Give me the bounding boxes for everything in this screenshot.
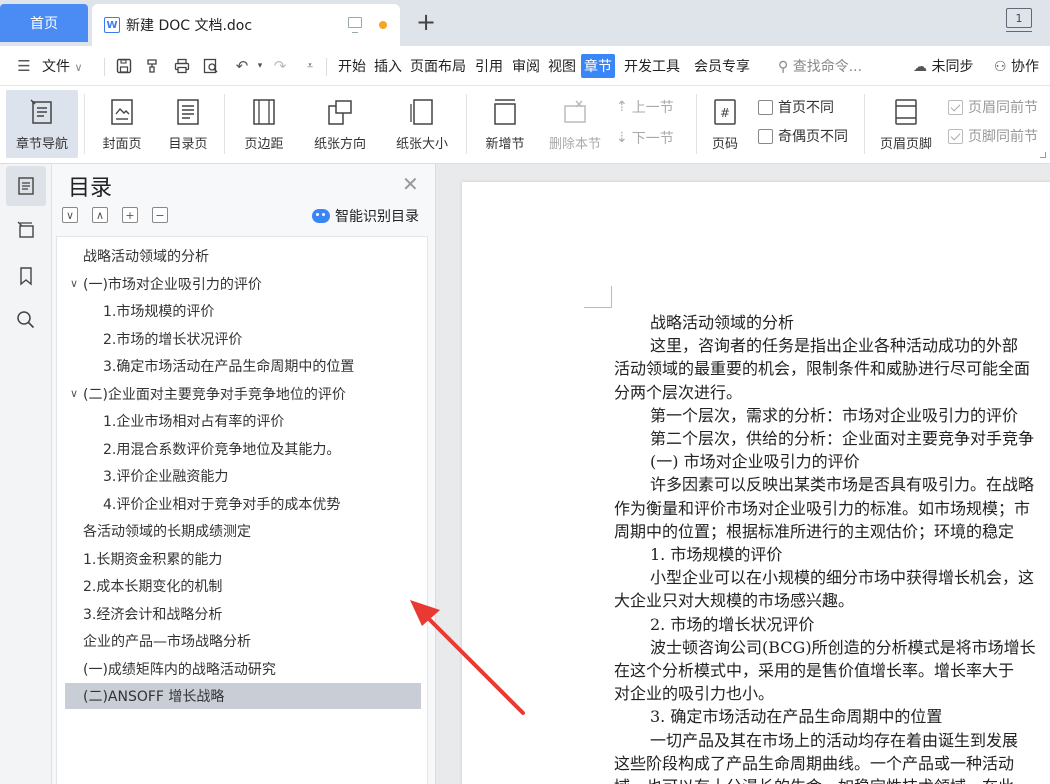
annotation-arrow	[410, 600, 525, 715]
